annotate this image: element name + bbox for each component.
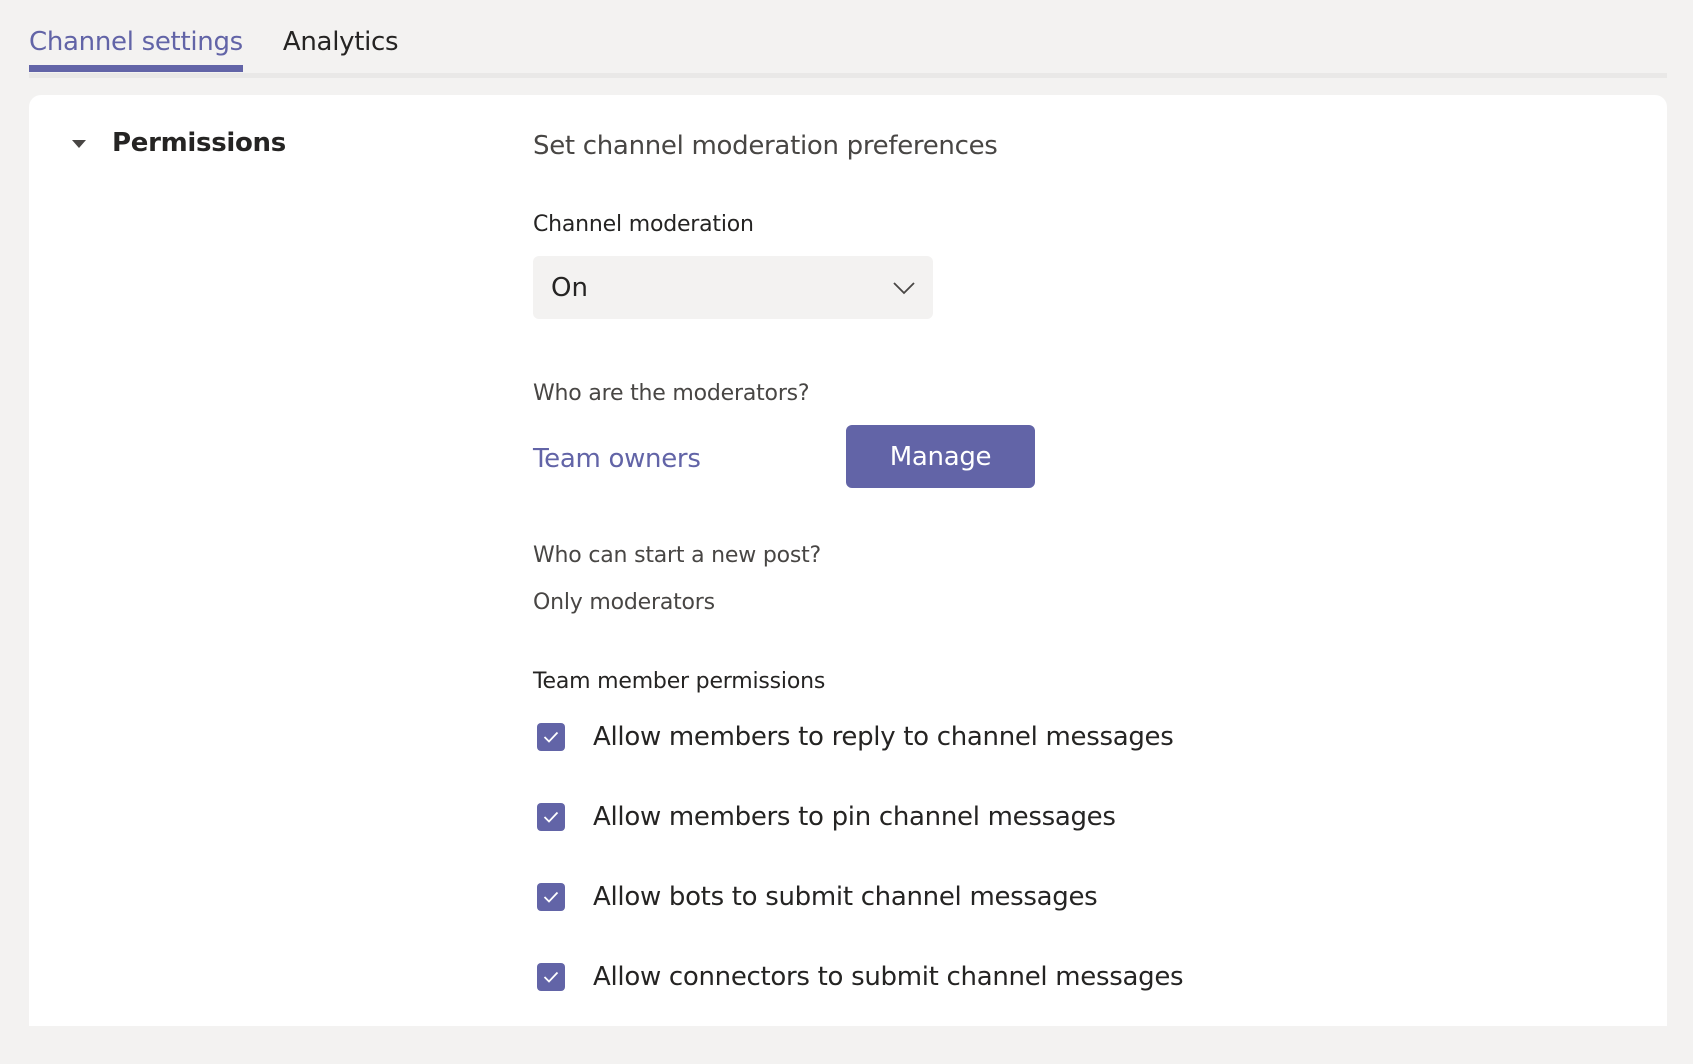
checkmark-icon [543, 891, 559, 903]
permissions-section-toggle[interactable]: Permissions [72, 128, 286, 158]
dropdown-value: On [551, 272, 588, 303]
caret-down-icon [72, 140, 86, 148]
permission-bots-checkbox[interactable]: Allow bots to submit channel messages [537, 882, 1098, 912]
member-permissions-label: Team member permissions [533, 669, 826, 694]
manage-button[interactable]: Manage [846, 425, 1035, 488]
checkbox-label: Allow bots to submit channel messages [593, 882, 1098, 912]
checkmark-icon [543, 971, 559, 983]
permission-connectors-checkbox[interactable]: Allow connectors to submit channel messa… [537, 962, 1184, 992]
team-owners-link[interactable]: Team owners [533, 444, 701, 474]
checkbox-checked[interactable] [537, 803, 565, 831]
moderation-heading: Set channel moderation preferences [533, 131, 998, 161]
checkbox-label: Allow members to pin channel messages [593, 802, 1116, 832]
chevron-down-icon [893, 281, 915, 295]
tab-channel-settings[interactable]: Channel settings [29, 22, 243, 73]
permission-pin-checkbox[interactable]: Allow members to pin channel messages [537, 802, 1116, 832]
channel-moderation-label: Channel moderation [533, 212, 754, 237]
checkbox-checked[interactable] [537, 963, 565, 991]
checkbox-checked[interactable] [537, 883, 565, 911]
checkmark-icon [543, 731, 559, 743]
section-title: Permissions [112, 128, 286, 158]
new-post-label: Who can start a new post? [533, 543, 822, 568]
checkbox-label: Allow connectors to submit channel messa… [593, 962, 1184, 992]
permission-reply-checkbox[interactable]: Allow members to reply to channel messag… [537, 722, 1174, 752]
new-post-value: Only moderators [533, 590, 715, 615]
moderators-label: Who are the moderators? [533, 381, 810, 406]
checkbox-checked[interactable] [537, 723, 565, 751]
checkbox-label: Allow members to reply to channel messag… [593, 722, 1174, 752]
checkmark-icon [543, 811, 559, 823]
tab-analytics[interactable]: Analytics [283, 22, 399, 73]
tab-bar: Channel settings Analytics [29, 22, 438, 73]
channel-moderation-dropdown[interactable]: On [533, 256, 933, 319]
tab-divider [29, 73, 1667, 78]
